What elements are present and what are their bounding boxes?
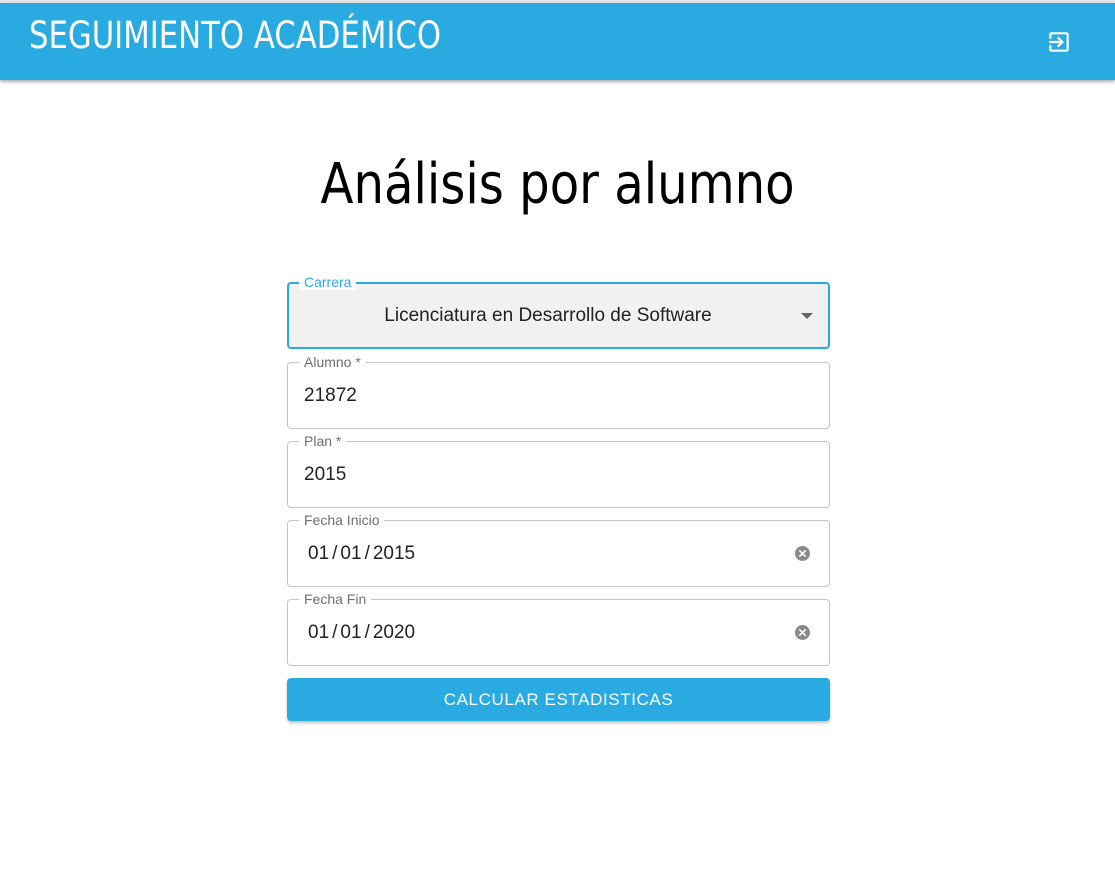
carrera-select[interactable]: Carrera Licenciatura en Desarrollo de So… — [287, 274, 830, 349]
alumno-value[interactable]: 21872 — [304, 385, 357, 407]
alumno-label: Alumno * — [299, 354, 366, 370]
fecha-inicio-value[interactable]: 01/01/2015 — [308, 543, 415, 565]
fecha-inicio-day[interactable]: 01 — [308, 543, 329, 565]
fecha-fin-month[interactable]: 01 — [340, 622, 361, 644]
app-title: SEGUIMIENTO ACADÉMICO — [29, 14, 441, 57]
fecha-inicio-month[interactable]: 01 — [340, 543, 361, 565]
close-icon — [798, 628, 807, 637]
date-separator: / — [364, 622, 370, 643]
page: SEGUIMIENTO ACADÉMICO Análisis por alumn… — [0, 0, 1115, 876]
fecha-inicio-label: Fecha Inicio — [299, 512, 385, 528]
plan-label: Plan * — [299, 433, 347, 449]
fecha-inicio-year[interactable]: 2015 — [373, 543, 415, 565]
carrera-value: Licenciatura en Desarrollo de Software — [384, 305, 712, 326]
alumno-field[interactable]: Alumno * 21872 — [287, 354, 830, 429]
clear-icon[interactable] — [795, 546, 810, 561]
fecha-fin-day[interactable]: 01 — [308, 622, 329, 644]
carrera-label: Carrera — [299, 274, 357, 290]
app-bar: SEGUIMIENTO ACADÉMICO — [0, 3, 1115, 80]
logout-button[interactable] — [1044, 27, 1074, 57]
fecha-fin-label: Fecha Fin — [299, 591, 372, 607]
dropdown-arrow-icon — [801, 313, 813, 319]
date-separator: / — [332, 543, 338, 564]
calcular-estadisticas-button[interactable]: CALCULAR ESTADISTICAS — [287, 678, 830, 721]
date-separator: / — [364, 543, 370, 564]
date-separator: / — [332, 622, 338, 643]
plan-value[interactable]: 2015 — [304, 464, 346, 486]
clear-icon[interactable] — [795, 625, 810, 640]
fecha-inicio-field[interactable]: Fecha Inicio 01/01/2015 — [287, 512, 830, 587]
page-title: Análisis por alumno — [320, 152, 795, 217]
fecha-fin-year[interactable]: 2020 — [373, 622, 415, 644]
logout-icon — [1049, 32, 1069, 52]
fecha-fin-field[interactable]: Fecha Fin 01/01/2020 — [287, 591, 830, 666]
plan-field[interactable]: Plan * 2015 — [287, 433, 830, 508]
close-icon — [798, 549, 807, 558]
fecha-fin-value[interactable]: 01/01/2020 — [308, 622, 415, 644]
